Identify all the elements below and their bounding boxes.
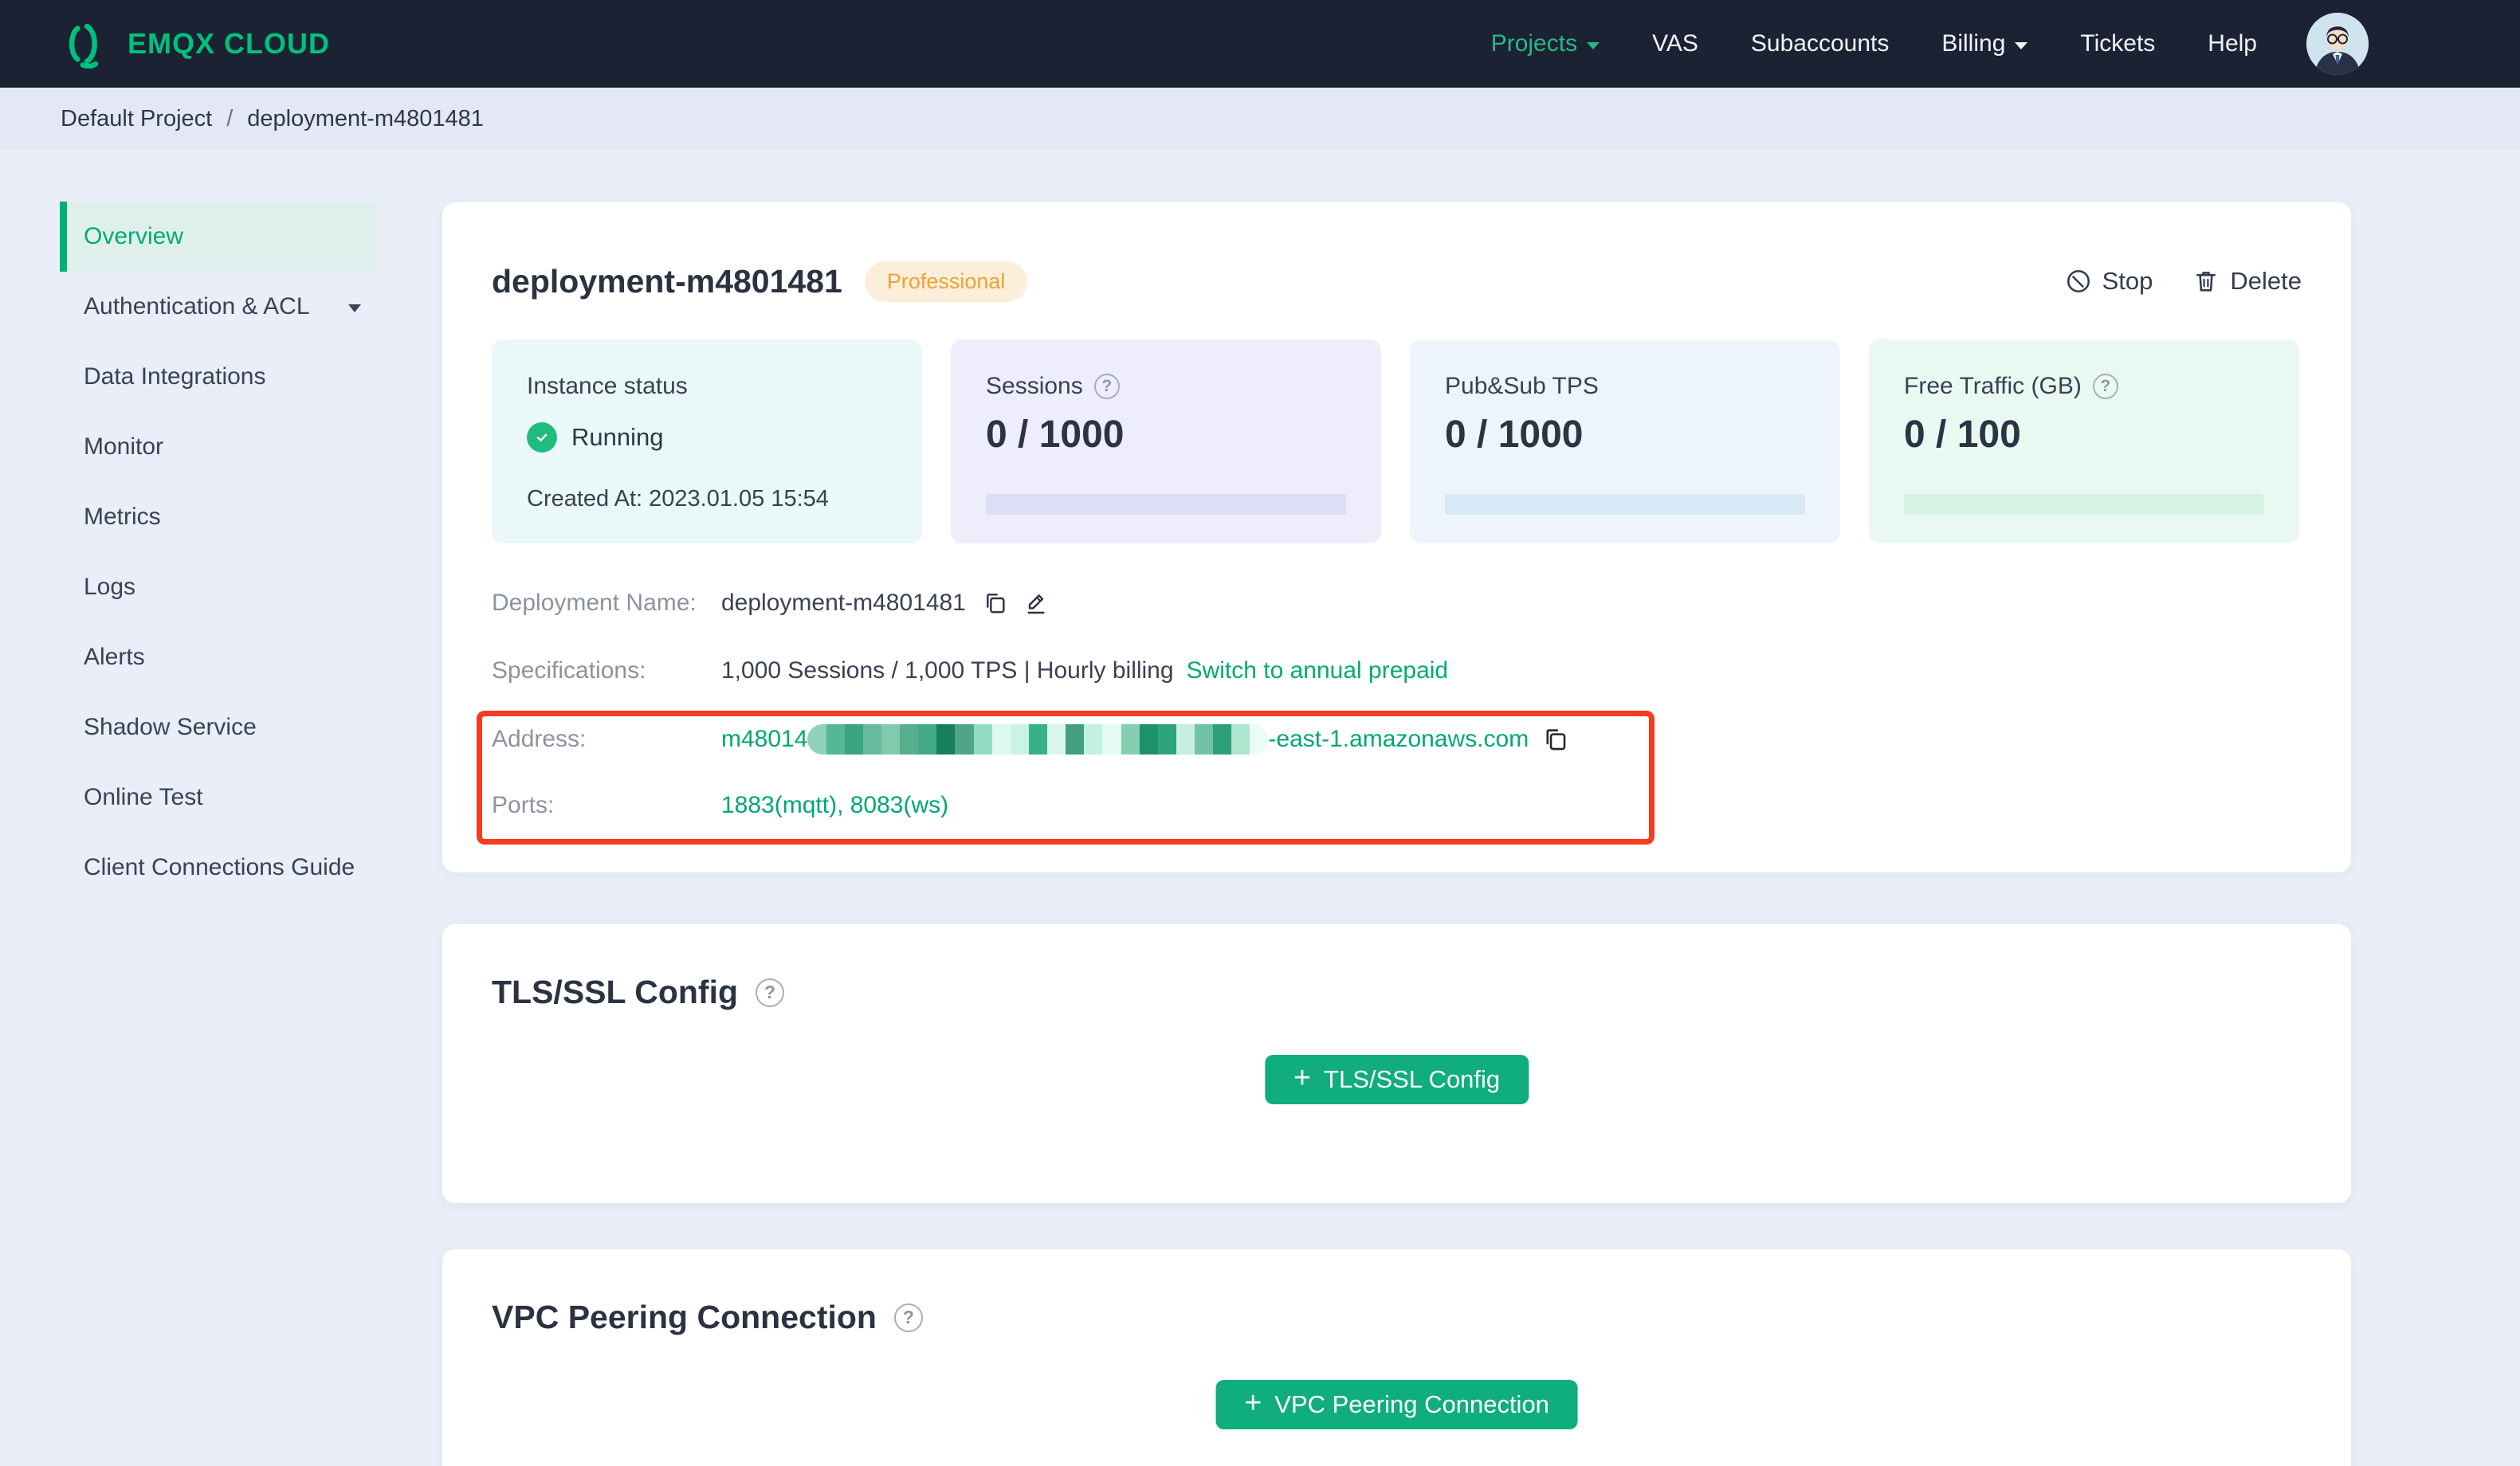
stop-button[interactable]: Stop [2065, 267, 2153, 296]
copy-icon[interactable] [1541, 726, 1568, 753]
add-tls-ssl-config-button[interactable]: + TLS/SSL Config [1264, 1055, 1529, 1104]
add-vpc-peering-button[interactable]: + VPC Peering Connection [1215, 1380, 1578, 1429]
vpc-peering-title: VPC Peering Connection [492, 1299, 877, 1335]
sidebar-item-client-connections-guide[interactable]: Client Connections Guide [60, 833, 377, 903]
sidebar-item-data-integrations[interactable]: Data Integrations [60, 342, 377, 412]
stat-pubsub-tps: Pub&Sub TPS 0 / 1000 [1410, 339, 1840, 543]
help-icon[interactable]: ? [1093, 374, 1120, 399]
nav-item-projects[interactable]: Projects [1491, 30, 1600, 57]
stat-free-traffic: Free Traffic (GB) ? 0 / 100 [1869, 339, 2299, 543]
stats-row: Instance status Running Created At: 2023… [492, 339, 2299, 543]
status-row: Running [527, 422, 663, 453]
deployment-overview-card: deployment-m4801481 Professional Stop De… [442, 202, 2351, 872]
deployment-header: deployment-m4801481 Professional Stop De… [492, 258, 2302, 304]
sidebar-item-overview[interactable]: Overview [60, 202, 377, 272]
stop-ban-icon [2067, 269, 2090, 293]
specifications-value: 1,000 Sessions / 1,000 TPS | Hourly bill… [721, 657, 1174, 684]
tps-value: 0 / 1000 [1445, 414, 1584, 456]
tps-progress-bar [1445, 494, 1805, 515]
emqx-cloud-deployment-page: EMQX CLOUD Projects VAS Subaccounts Bill… [0, 0, 2520, 1466]
address-row: Address: m48014 -east-1.amazonaws.com [492, 722, 1568, 757]
deployment-name-value: deployment-m4801481 [721, 590, 966, 616]
address-prefix: m48014 [721, 726, 808, 752]
tls-ssl-section: TLS/SSL Config ? + TLS/SSL Config [442, 924, 2351, 1203]
nav-menu: Projects VAS Subaccounts Billing Tickets… [1491, 30, 2257, 57]
logo-text: EMQX CLOUD [128, 27, 331, 60]
chevron-down-icon [1587, 41, 1600, 49]
chevron-down-icon [348, 304, 361, 312]
breadcrumb: Default Project / deployment-m4801481 [0, 88, 2520, 150]
switch-annual-prepaid-link[interactable]: Switch to annual prepaid [1187, 657, 1449, 684]
nav-item-vas[interactable]: VAS [1652, 30, 1698, 57]
breadcrumb-separator: / [226, 105, 234, 131]
delete-button[interactable]: Delete [2192, 267, 2302, 296]
deployment-actions: Stop Delete [2065, 267, 2302, 296]
tls-ssl-title: TLS/SSL Config [492, 974, 739, 1010]
help-icon[interactable]: ? [893, 1303, 923, 1332]
vpc-peering-section: VPC Peering Connection ? + VPC Peering C… [442, 1249, 2351, 1466]
ports-row: Ports: 1883(mqtt), 8083(ws) [492, 792, 949, 818]
sidebar-item-online-test[interactable]: Online Test [60, 762, 377, 833]
sidebar-item-authentication-acl[interactable]: Authentication & ACL [60, 272, 377, 342]
traffic-progress-bar [1904, 494, 2264, 515]
instance-status-label: Instance status [527, 373, 688, 399]
sidebar-item-metrics[interactable]: Metrics [60, 482, 377, 552]
breadcrumb-project[interactable]: Default Project [61, 106, 212, 132]
address-suffix: -east-1.amazonaws.com [1268, 726, 1529, 752]
help-icon[interactable]: ? [2092, 374, 2118, 399]
emqx-logo-icon [69, 23, 99, 69]
deployment-name-row: Deployment Name: deployment-m4801481 [492, 586, 1049, 621]
plan-badge: Professional [864, 261, 1028, 302]
breadcrumb-current: deployment-m4801481 [247, 105, 484, 131]
chevron-down-icon [2015, 41, 2028, 49]
nav-item-tickets[interactable]: Tickets [2080, 30, 2155, 57]
specifications-row: Specifications: 1,000 Sessions / 1,000 T… [492, 657, 1449, 684]
sidebar-item-logs[interactable]: Logs [60, 552, 377, 622]
top-nav: EMQX CLOUD Projects VAS Subaccounts Bill… [0, 0, 2520, 88]
trash-icon [2196, 272, 2216, 292]
plus-icon: + [1244, 1386, 1262, 1420]
sessions-value: 0 / 1000 [986, 414, 1125, 456]
stat-sessions: Sessions ? 0 / 1000 [951, 339, 1381, 543]
nav-item-subaccounts[interactable]: Subaccounts [1751, 30, 1889, 57]
nav-item-help[interactable]: Help [2208, 30, 2257, 57]
copy-icon[interactable] [982, 590, 1007, 616]
address-redaction [807, 724, 1269, 755]
traffic-value: 0 / 100 [1904, 414, 2021, 456]
nav-item-billing[interactable]: Billing [1941, 30, 2028, 57]
check-circle-icon [527, 422, 557, 453]
edit-icon[interactable] [1023, 590, 1049, 616]
ports-value: 1883(mqtt), 8083(ws) [721, 792, 949, 818]
plus-icon: + [1293, 1061, 1312, 1095]
avatar-person-icon [2306, 13, 2369, 75]
deployment-title: deployment-m4801481 [492, 262, 842, 300]
user-avatar[interactable] [2306, 13, 2369, 75]
status-text: Running [571, 423, 664, 451]
sidebar: Overview Authentication & ACL Data Integ… [60, 202, 377, 903]
sidebar-item-alerts[interactable]: Alerts [60, 622, 377, 692]
sidebar-item-shadow-service[interactable]: Shadow Service [60, 692, 377, 762]
sidebar-item-monitor[interactable]: Monitor [60, 412, 377, 482]
emqx-logo[interactable]: EMQX CLOUD [62, 19, 330, 69]
sessions-progress-bar [986, 494, 1346, 515]
stat-instance-status: Instance status Running Created At: 2023… [492, 339, 922, 543]
created-at: Created At: 2023.01.05 15:54 [527, 486, 829, 512]
help-icon[interactable]: ? [756, 978, 785, 1007]
